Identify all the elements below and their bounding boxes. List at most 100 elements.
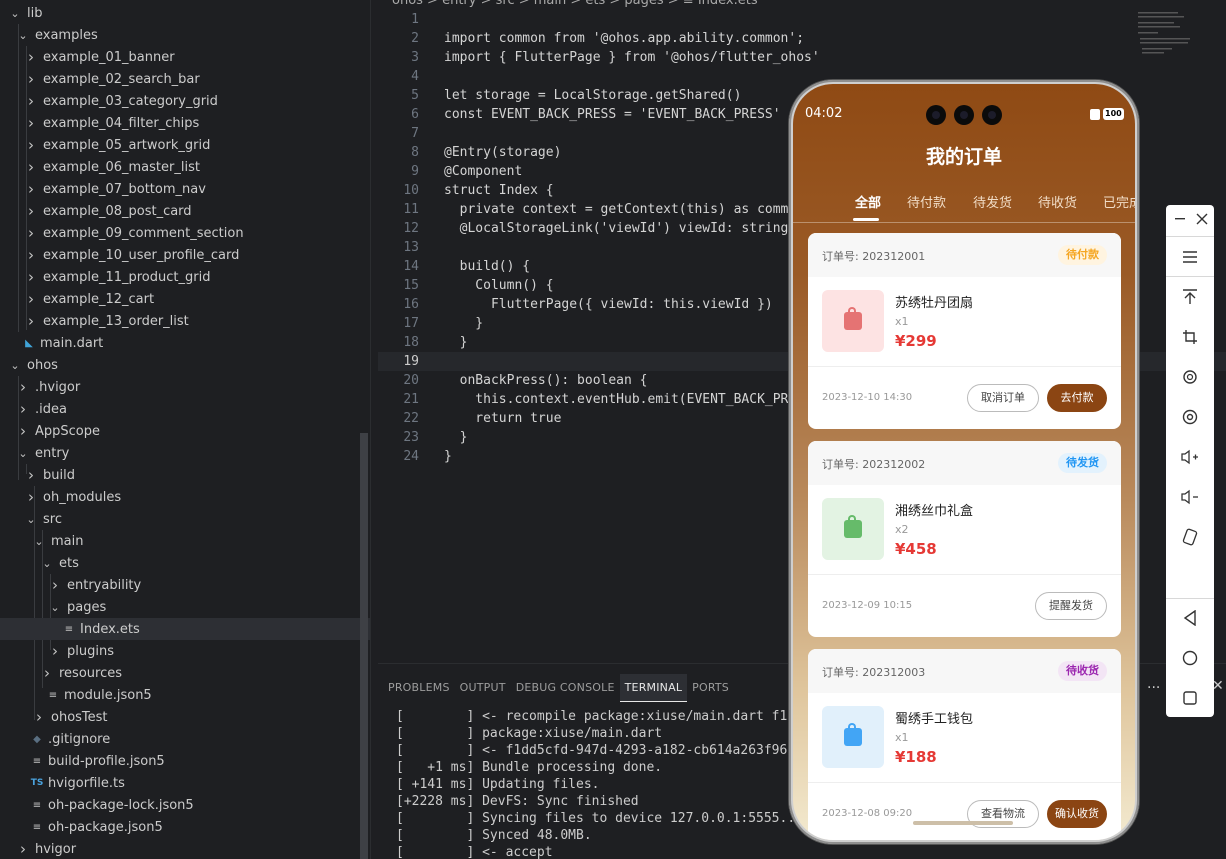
order-tab[interactable]: 待收货: [1038, 192, 1077, 211]
tree-item[interactable]: ≡ build-profile.json5: [0, 750, 370, 772]
tree-item[interactable]: ≡ Index.ets: [0, 618, 370, 640]
tree-item[interactable]: ⌄ src: [0, 508, 370, 530]
tree-item[interactable]: ≡ oh-package-lock.json5: [0, 794, 370, 816]
order-tab[interactable]: 全部: [855, 192, 881, 211]
home-indicator[interactable]: [913, 821, 1013, 825]
panel-tab-ports[interactable]: PORTS: [687, 674, 734, 702]
product-name[interactable]: 湘绣丝巾礼盒: [895, 500, 973, 519]
order-tab[interactable]: 待付款: [907, 192, 946, 211]
tree-item[interactable]: TS hvigorfile.ts: [0, 772, 370, 794]
tree-item[interactable]: ⌄ main: [0, 530, 370, 552]
order-action-button[interactable]: 去付款: [1047, 384, 1107, 412]
recents-icon[interactable]: [1166, 687, 1214, 709]
tree-item[interactable]: › AppScope: [0, 420, 370, 442]
tree-item[interactable]: ≡ oh-package.json5: [0, 816, 370, 838]
tree-item[interactable]: › example_01_banner: [0, 46, 370, 68]
tree-item[interactable]: ⌄ ohos: [0, 354, 370, 376]
order-time: 2023-12-09 10:15: [822, 600, 913, 611]
shopping-bag-icon: [844, 515, 862, 538]
tree-item[interactable]: › ohosTest: [0, 706, 370, 728]
product-thumbnail[interactable]: [822, 290, 884, 352]
line-number: 13: [403, 240, 419, 255]
product-name[interactable]: 蜀绣手工钱包: [895, 708, 973, 727]
product-name[interactable]: 苏绣牡丹团扇: [895, 292, 973, 311]
tree-item[interactable]: › build: [0, 464, 370, 486]
order-action-button[interactable]: 取消订单: [967, 384, 1039, 412]
tree-item[interactable]: › example_10_user_profile_card: [0, 244, 370, 266]
tree-item-label: Index.ets: [80, 621, 140, 637]
tree-item[interactable]: › hvigor: [0, 838, 370, 859]
tree-item[interactable]: › resources: [0, 662, 370, 684]
tree-item[interactable]: ⌄ ets: [0, 552, 370, 574]
tree-item[interactable]: › example_08_post_card: [0, 200, 370, 222]
panel-tab-debug-console[interactable]: DEBUG CONSOLE: [511, 674, 620, 702]
tree-item[interactable]: › entryability: [0, 574, 370, 596]
location-icon[interactable]: [1166, 406, 1214, 428]
shake-icon[interactable]: [1166, 526, 1214, 548]
tree-item[interactable]: › oh_modules: [0, 486, 370, 508]
volume-up-icon[interactable]: [1166, 446, 1214, 468]
tree-item[interactable]: › example_13_order_list: [0, 310, 370, 332]
tree-item[interactable]: › example_09_comment_section: [0, 222, 370, 244]
tree-item[interactable]: › .hvigor: [0, 376, 370, 398]
explorer-scrollbar[interactable]: [360, 433, 368, 859]
order-tab[interactable]: 待发货: [973, 192, 1012, 211]
panel-tab-problems[interactable]: PROBLEMS: [378, 674, 455, 702]
dart-file-icon: ◣: [25, 337, 33, 349]
tree-item[interactable]: › .idea: [0, 398, 370, 420]
breadcrumb[interactable]: ohos > entry > src > main > ets > pages …: [392, 0, 758, 8]
line-number: 23: [403, 430, 419, 445]
tree-item[interactable]: › example_07_bottom_nav: [0, 178, 370, 200]
line-number: 24: [403, 449, 419, 464]
tree-item[interactable]: › example_05_artwork_grid: [0, 134, 370, 156]
chevron-right-icon: ›: [28, 180, 34, 198]
order-tab[interactable]: 已完成: [1103, 192, 1135, 211]
tree-item[interactable]: ⌄ examples: [0, 24, 370, 46]
tree-item-label: example_09_comment_section: [43, 225, 244, 241]
tree-item-label: ohosTest: [51, 709, 108, 725]
panel-tab-output[interactable]: OUTPUT: [455, 674, 511, 702]
tree-item[interactable]: › example_12_cart: [0, 288, 370, 310]
product-thumbnail[interactable]: [822, 498, 884, 560]
volume-down-icon[interactable]: [1166, 486, 1214, 508]
tree-item[interactable]: › example_03_category_grid: [0, 90, 370, 112]
order-card[interactable]: 订单号: 202312002 待发货 湘绣丝巾礼盒 x2 ¥458 2023-12-09 …: [808, 441, 1121, 637]
menu-icon[interactable]: [1166, 246, 1214, 268]
pin-top-icon[interactable]: [1166, 286, 1214, 308]
tree-item[interactable]: ◆ .gitignore: [0, 728, 370, 750]
order-card[interactable]: 订单号: 202312001 待付款 苏绣牡丹团扇 x1 ¥299 2023-12-10 …: [808, 233, 1121, 429]
tree-item[interactable]: ⌄ lib: [0, 2, 370, 24]
more-actions-icon[interactable]: ···: [1147, 680, 1160, 696]
tree-item[interactable]: ◣ main.dart: [0, 332, 370, 354]
tree-item[interactable]: ⌄ entry: [0, 442, 370, 464]
order-action-button[interactable]: 提醒发货: [1035, 592, 1107, 620]
code-line[interactable]: 3 import { FlutterPage } from '@ohos/flut…: [378, 48, 1226, 67]
tree-item[interactable]: › example_11_product_grid: [0, 266, 370, 288]
rotate-icon[interactable]: [1166, 366, 1214, 388]
order-action-button[interactable]: 确认收货: [1047, 800, 1107, 828]
back-icon[interactable]: [1166, 607, 1214, 629]
code-line[interactable]: 1: [378, 10, 1226, 29]
tree-item[interactable]: ≡ module.json5: [0, 684, 370, 706]
phone-screen[interactable]: 04:02 100 我的订单 全部待付款待发货待收货已完成 订单号: 20231…: [793, 84, 1135, 840]
chevron-right-icon: ›: [28, 70, 34, 88]
panel-tab-terminal[interactable]: TERMINAL: [619, 674, 688, 702]
code-line[interactable]: 2 import common from '@ohos.app.ability.c…: [378, 29, 1226, 48]
tree-item-label: ohos: [27, 357, 58, 373]
status-badge: 待收货: [1058, 661, 1107, 681]
order-card-header: 订单号: 202312001 待付款: [808, 233, 1121, 277]
crop-icon[interactable]: [1166, 326, 1214, 348]
home-icon[interactable]: [1166, 647, 1214, 669]
tree-item[interactable]: › example_06_master_list: [0, 156, 370, 178]
tree-item[interactable]: › example_02_search_bar: [0, 68, 370, 90]
code-text: @LocalStorageLink('viewId') viewId: stri…: [444, 221, 789, 236]
close-icon[interactable]: [1178, 208, 1226, 230]
tree-item-label: main.dart: [40, 335, 104, 351]
order-card[interactable]: 订单号: 202312003 待收货 蜀绣手工钱包 x1 ¥188 2023-12-08 …: [808, 649, 1121, 840]
tree-item[interactable]: › example_04_filter_chips: [0, 112, 370, 134]
tree-item[interactable]: › plugins: [0, 640, 370, 662]
chevron-right-icon: ›: [28, 488, 34, 506]
tree-item[interactable]: ⌄ pages: [0, 596, 370, 618]
product-thumbnail[interactable]: [822, 706, 884, 768]
tree-item-label: example_06_master_list: [43, 159, 200, 175]
